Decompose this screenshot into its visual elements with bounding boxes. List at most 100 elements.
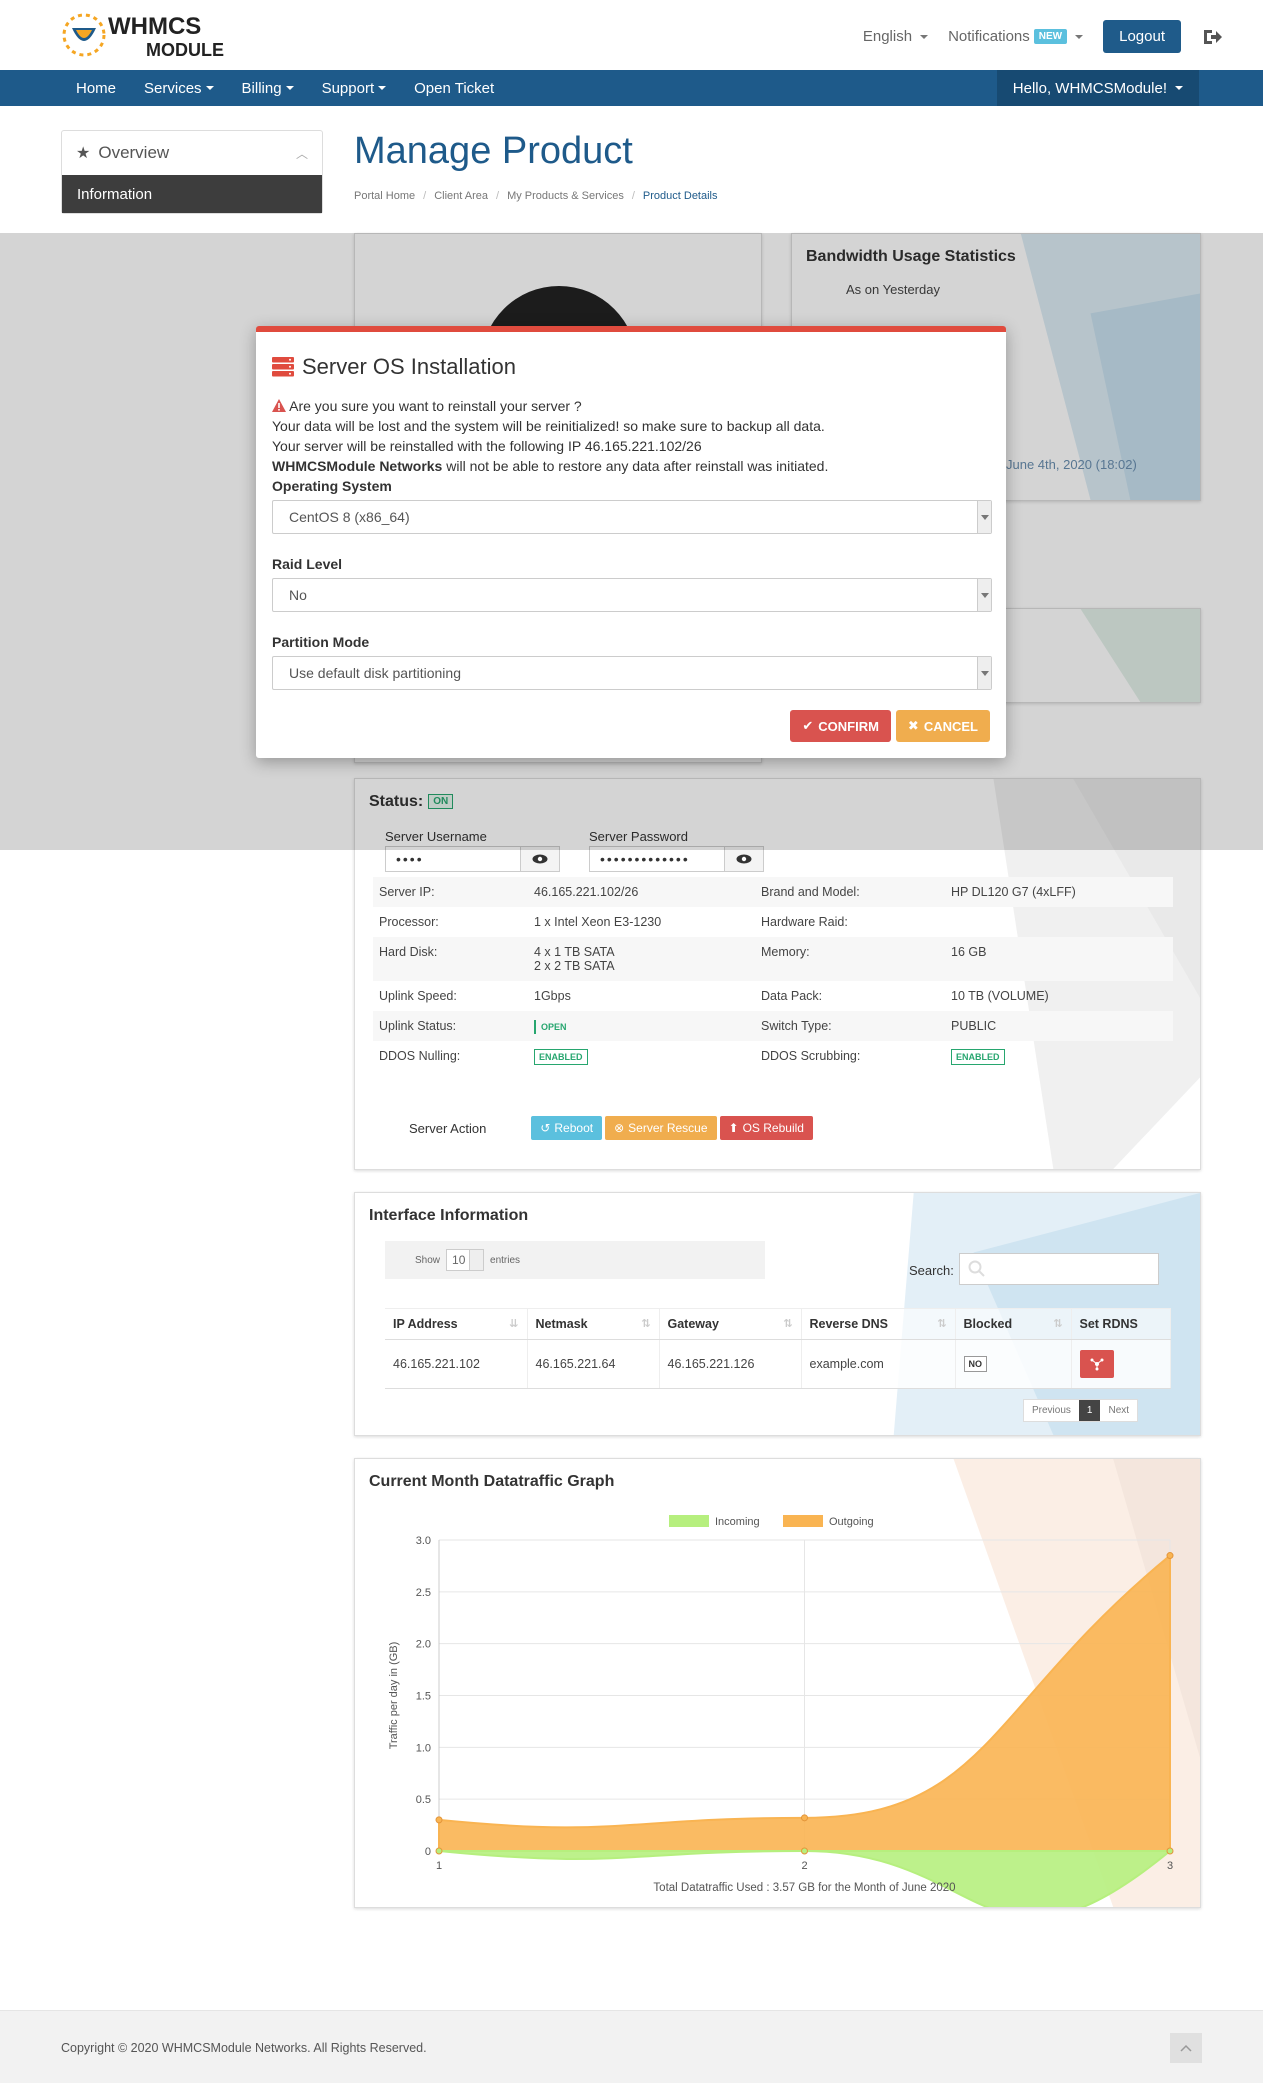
logout-button[interactable]: Logout bbox=[1103, 20, 1181, 53]
pagination-previous[interactable]: Previous bbox=[1024, 1400, 1079, 1421]
page-title: Manage Product bbox=[354, 130, 633, 172]
search-icon bbox=[968, 1260, 985, 1277]
y-tick-label: 2.0 bbox=[416, 1639, 431, 1651]
cell-gateway: 46.165.221.126 bbox=[659, 1339, 802, 1389]
chevron-up-icon[interactable]: ︿ bbox=[296, 145, 308, 162]
os-rebuild-button[interactable]: ⬆ OS Rebuild bbox=[719, 1116, 813, 1140]
info-value: 4 x 1 TB SATA 2 x 2 TB SATA bbox=[528, 937, 755, 981]
sign-out-icon[interactable] bbox=[1201, 26, 1223, 48]
table-row: Processor: 1 x Intel Xeon E3-1230 Hardwa… bbox=[373, 907, 1173, 937]
pagination-page[interactable]: 1 bbox=[1078, 1400, 1101, 1421]
breadcrumb: Portal Home / Client Area / My Products … bbox=[354, 190, 718, 202]
sidebar-title: Overview bbox=[98, 143, 170, 162]
set-rdns-button[interactable] bbox=[1079, 1350, 1114, 1378]
info-value: PUBLIC bbox=[945, 1011, 1173, 1041]
pagination-next[interactable]: Next bbox=[1100, 1400, 1137, 1421]
data-point-incoming bbox=[435, 1847, 443, 1855]
svg-text:WHMCS: WHMCS bbox=[108, 13, 201, 40]
breadcrumb-product-details: Product Details bbox=[642, 190, 718, 202]
search-label: Search: bbox=[909, 1263, 954, 1278]
ddos-nulling-badge: ENABLED bbox=[534, 1049, 588, 1065]
nav-label: Services bbox=[144, 79, 202, 97]
svg-text:MODULE: MODULE bbox=[146, 40, 224, 60]
nav-item-support[interactable]: Support bbox=[308, 80, 401, 97]
breadcrumb-portal-home[interactable]: Portal Home bbox=[354, 190, 415, 202]
column-header-gateway[interactable]: Gateway ⇅ bbox=[659, 1308, 802, 1340]
column-header-blocked[interactable]: Blocked ⇅ bbox=[955, 1308, 1072, 1340]
column-header-netmask[interactable]: Netmask ⇅ bbox=[527, 1308, 660, 1340]
info-value: HP DL120 G7 (4xLFF) bbox=[945, 877, 1173, 907]
caret-down-icon bbox=[285, 86, 294, 90]
traffic-graph-panel: Current Month Datatraffic Graph 0 0.5 1.0 1… bbox=[354, 1458, 1201, 1908]
search-input[interactable] bbox=[959, 1253, 1159, 1285]
nav-item-services[interactable]: Services bbox=[130, 80, 228, 97]
table-row: 46.165.221.102 46.165.221.64 46.165.221.… bbox=[385, 1339, 1171, 1389]
reboot-button[interactable]: ↺ Reboot bbox=[531, 1116, 603, 1140]
cancel-button[interactable]: ✖ CANCEL bbox=[895, 710, 990, 742]
partition-selected-value: Use default disk partitioning bbox=[289, 665, 461, 681]
confirm-button[interactable]: ✔ CONFIRM bbox=[790, 710, 891, 742]
sort-asc-icon: ⇊ bbox=[509, 1318, 519, 1330]
info-value: 10 TB (VOLUME) bbox=[951, 989, 1049, 1003]
nav-item-home[interactable]: Home bbox=[62, 80, 130, 97]
info-key: Memory: bbox=[755, 937, 945, 981]
back-to-top-button[interactable] bbox=[1170, 2033, 1202, 2063]
column-label: Set RDNS bbox=[1079, 1317, 1138, 1331]
chevron-down-icon bbox=[977, 501, 991, 533]
info-value: 16 GB bbox=[945, 937, 1173, 981]
warning-line: Are you sure you want to reinstall your … bbox=[272, 396, 992, 416]
y-tick-label: 0 bbox=[425, 1846, 431, 1858]
eye-icon bbox=[532, 854, 548, 864]
notifications-label: Notifications bbox=[948, 28, 1030, 45]
info-value: 46.165.221.102/26 bbox=[528, 877, 755, 907]
raid-select[interactable]: No bbox=[272, 578, 992, 612]
nav-label: Billing bbox=[241, 79, 282, 97]
confirm-label: CONFIRM bbox=[818, 718, 879, 734]
info-value: ENABLED bbox=[528, 1041, 755, 1073]
sort-icon: ⇅ bbox=[641, 1318, 651, 1330]
entries-select[interactable]: 10 bbox=[446, 1249, 485, 1271]
os-installation-modal: Server OS Installation Are you sure you … bbox=[256, 326, 1006, 758]
partition-select[interactable]: Use default disk partitioning bbox=[272, 656, 992, 690]
column-header-ip[interactable]: IP Address ⇊ bbox=[385, 1308, 528, 1340]
cell-set-rdns bbox=[1071, 1339, 1171, 1389]
breadcrumb-client-area[interactable]: Client Area bbox=[434, 190, 488, 202]
x-tick-label: 1 bbox=[436, 1860, 442, 1872]
server-action-label: Server Action bbox=[409, 1120, 487, 1136]
traffic-chart: 0 0.5 1.0 1.5 2.0 2.5 3.0 1 2 3 Incoming Outgoing Tr… bbox=[388, 1515, 1174, 1907]
user-menu[interactable]: Hello, WHMCSModule! bbox=[996, 70, 1199, 106]
times-circle-icon: ✖ bbox=[907, 718, 919, 733]
column-label: Gateway bbox=[667, 1317, 719, 1331]
language-selector[interactable]: English bbox=[863, 28, 929, 45]
pagination: Previous 1 Next bbox=[1023, 1399, 1139, 1422]
table-row: Server IP: 46.165.221.102/26 Brand and M… bbox=[373, 877, 1173, 907]
server-action-row: Server Action ↺ Reboot ⊗ Server Rescue ⬆ OS… bbox=[409, 1116, 813, 1140]
sort-icon: ⇅ bbox=[783, 1318, 793, 1330]
top-bar: WHMCS MODULE English Notifications NEW L… bbox=[0, 0, 1263, 70]
table-row: Hard Disk: 4 x 1 TB SATA 2 x 2 TB SATA Me… bbox=[373, 937, 1173, 981]
interface-table: IP Address ⇊ Netmask ⇅ Gateway ⇅ Reverse DN… bbox=[385, 1308, 1171, 1389]
breadcrumb-products[interactable]: My Products & Services bbox=[507, 190, 624, 202]
chevron-up-icon bbox=[1180, 2044, 1192, 2052]
os-select[interactable]: CentOS 8 (x86_64) bbox=[272, 500, 992, 534]
nav-label: Open Ticket bbox=[414, 79, 495, 97]
sidebar-header[interactable]: ★ Overview ︿ bbox=[62, 131, 322, 175]
data-point-incoming bbox=[801, 1847, 808, 1855]
column-header-reverse-dns[interactable]: Reverse DNS ⇅ bbox=[801, 1308, 956, 1340]
sort-icon: ⇅ bbox=[1053, 1318, 1063, 1330]
footer: Copyright © 2020 WHMCSModule Networks. A… bbox=[0, 2010, 1263, 2083]
whmcs-module-logo[interactable]: WHMCS MODULE bbox=[58, 8, 263, 62]
table-header-row: IP Address ⇊ Netmask ⇅ Gateway ⇅ Reverse DN… bbox=[385, 1308, 1171, 1340]
cell-reverse-dns: example.com bbox=[801, 1339, 956, 1389]
company-name: WHMCSModule Networks bbox=[272, 458, 443, 474]
cell-blocked: NO bbox=[955, 1339, 1072, 1389]
nav-item-open-ticket[interactable]: Open Ticket bbox=[400, 80, 508, 97]
sidebar-item-information[interactable]: Information bbox=[62, 175, 322, 213]
nav-item-billing[interactable]: Billing bbox=[228, 80, 308, 97]
rebuild-label: OS Rebuild bbox=[742, 1121, 804, 1135]
entries-value: 10 bbox=[452, 1253, 466, 1267]
info-value: OPEN bbox=[528, 1011, 755, 1041]
server-rescue-button[interactable]: ⊗ Server Rescue bbox=[605, 1116, 717, 1140]
cell-ip: 46.165.221.102 bbox=[385, 1339, 528, 1389]
notifications-menu[interactable]: Notifications NEW bbox=[948, 28, 1084, 45]
